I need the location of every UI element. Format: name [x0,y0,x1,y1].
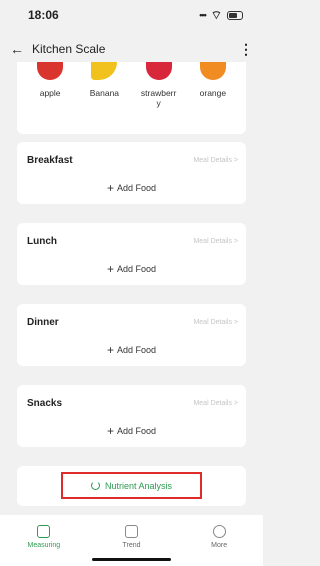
signal-icon: ••• [199,10,207,20]
add-food-button[interactable]: + Add Food [17,343,246,357]
meal-title: Lunch [27,236,57,247]
kebab-icon[interactable]: ⋮ [239,41,253,58]
banana-icon [91,62,118,80]
meal-details-link[interactable]: Meal Details > [193,157,238,164]
meal-card-lunch: Lunch Meal Details > + Add Food [17,223,246,285]
add-food-button[interactable]: + Add Food [17,424,246,438]
fruit-label: orange [199,88,227,98]
apple-icon [37,62,64,80]
meal-title: Breakfast [27,155,73,166]
plus-icon: + [106,181,114,195]
nav-label: Measuring [27,542,61,549]
status-bar: 18:06 ••• ⌔ [0,0,263,30]
nutrient-analysis-card: Nutrient Analysis [17,466,246,506]
home-indicator [92,558,171,561]
meal-details-link[interactable]: Meal Details > [193,319,238,326]
chart-icon [124,525,138,538]
add-food-button[interactable]: + Add Food [17,262,246,276]
fruit-item-apple[interactable]: apple [24,62,76,134]
nav-measuring[interactable]: Measuring [14,515,74,566]
wifi-icon: ⌔ [210,7,222,22]
meal-details-link[interactable]: Meal Details > [193,400,238,407]
nutrient-analysis-label: Nutrient Analysis [104,480,173,491]
add-food-button[interactable]: + Add Food [17,181,246,195]
fruit-label: Banana [89,88,120,98]
fruit-item-orange[interactable]: orange [187,62,239,134]
meal-title: Snacks [27,398,63,409]
fruit-label: apple [39,88,61,98]
strawberry-icon [145,62,172,80]
meal-title: Dinner [27,317,59,328]
meal-card-snacks: Snacks Meal Details > + Add Food [17,385,246,447]
loading-ring-icon [90,481,100,490]
battery-icon [227,10,243,20]
meal-card-dinner: Dinner Meal Details > + Add Food [17,304,246,366]
orange-icon [199,62,226,80]
status-icons: ••• ⌔ [199,8,243,23]
page-title: Kitchen Scale [32,42,106,56]
back-arrow-icon[interactable]: ← [10,41,24,57]
scale-icon [37,525,51,538]
nav-label: More [211,542,228,549]
fruit-item-strawberry[interactable]: strawberr y [133,62,185,134]
fruit-label: strawberr y [140,88,177,108]
app-header: ← Kitchen Scale ⋮ [0,36,263,62]
plus-icon: + [106,262,114,276]
plus-icon: + [106,343,114,357]
meal-card-breakfast: Breakfast Meal Details > + Add Food [17,142,246,204]
status-time: 18:06 [28,8,59,22]
nutrient-analysis-button[interactable]: Nutrient Analysis [61,472,202,499]
fruit-carousel: apple Banana strawberr y orange [17,62,246,134]
fruit-item-banana[interactable]: Banana [78,62,130,134]
meal-details-link[interactable]: Meal Details > [193,238,238,245]
plus-icon: + [106,424,114,438]
more-icon [212,525,226,538]
nav-label: Trend [122,542,141,549]
nav-more[interactable]: More [189,515,249,566]
